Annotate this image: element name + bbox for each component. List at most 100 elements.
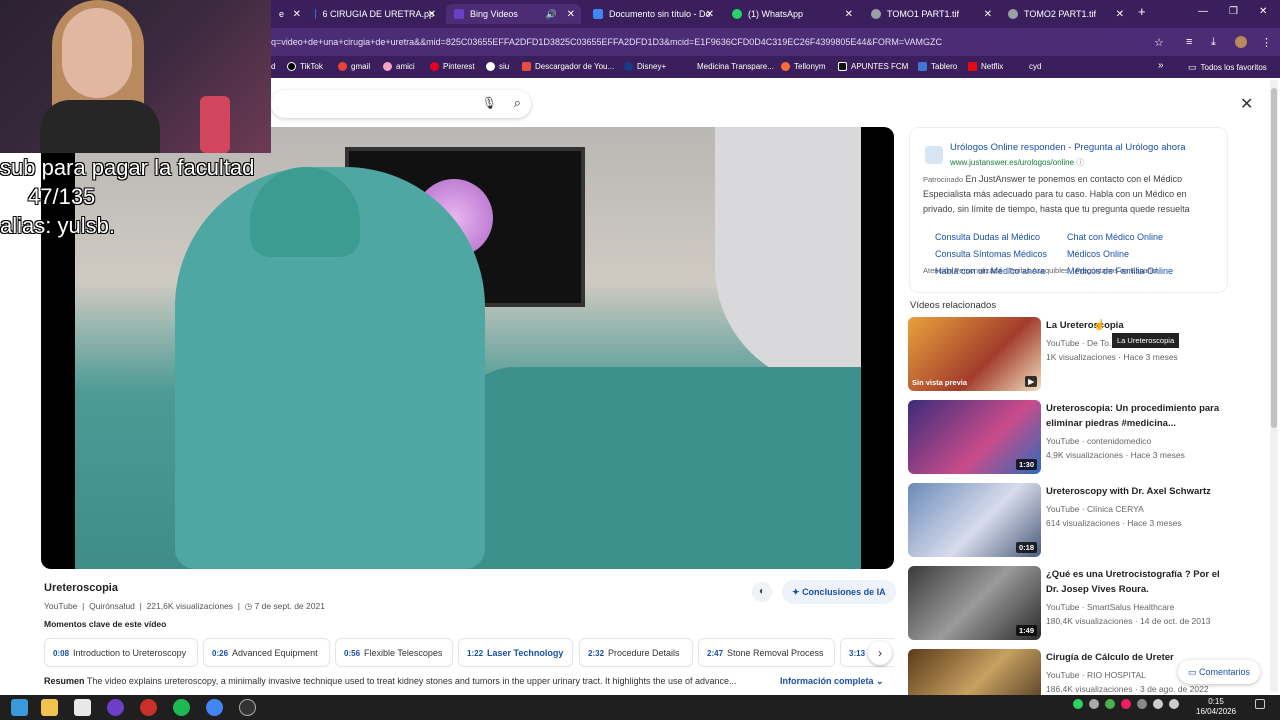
bookmark-item[interactable]: Disney+ [624, 62, 666, 71]
menu-icon[interactable]: ⋮ [1261, 36, 1272, 49]
bookmark-item[interactable]: Descargador de You... [522, 62, 614, 71]
tray-icon[interactable] [1105, 699, 1115, 709]
close-icon[interactable]: ✕ [984, 9, 992, 20]
copilot-icon[interactable]: ◐ [752, 582, 772, 602]
ai-conclusions-button[interactable]: ✦ Conclusiones de IA [782, 580, 896, 604]
chapter-chip[interactable]: 2:32 Procedure Details [579, 638, 693, 667]
obs-icon[interactable] [107, 699, 124, 716]
whatsapp-tray-icon[interactable] [1073, 699, 1083, 709]
ad-link[interactable]: Habla con un Médico ahora [935, 266, 1045, 276]
speaker-icon[interactable]: 🔊 [546, 9, 557, 20]
notification-icon[interactable] [1255, 699, 1265, 709]
bookmark-item[interactable]: siu [486, 62, 509, 71]
bookmark-item[interactable]: Netflix [968, 62, 1003, 71]
tab-5[interactable]: TOMO1 PART1.tif ✕ [863, 4, 998, 24]
video-thumbnail[interactable]: 0:18 [908, 483, 1041, 557]
clock[interactable]: 0:15 16/04/2026 [1196, 697, 1236, 717]
chapter-chip[interactable]: 0:08 Introduction to Ureteroscopy [44, 638, 198, 667]
close-icon[interactable]: ✕ [1116, 9, 1124, 20]
chapter-chip[interactable]: 0:56 Flexible Telescopes [335, 638, 453, 667]
restore-icon[interactable]: ❐ [1229, 6, 1238, 17]
ad-title[interactable]: Urólogos Online responden - Pregunta al … [950, 142, 1186, 153]
more-info-link[interactable]: Información completa ⌄ [780, 676, 884, 687]
chapter-chip[interactable]: 1:22 Laser Technology [458, 638, 573, 667]
close-icon[interactable]: ✕ [706, 9, 714, 20]
tab-6[interactable]: TOMO2 PART1.tif ✕ [1000, 4, 1130, 24]
bookmark-item[interactable]: Tellonym [781, 62, 826, 71]
scrollbar[interactable] [1270, 80, 1278, 692]
tray-icon[interactable] [1089, 699, 1099, 709]
store-icon[interactable] [74, 699, 91, 716]
comments-button[interactable]: ▭ Comentarios [1178, 660, 1261, 684]
bookmark-item[interactable]: TikTok [287, 62, 323, 71]
search-icon[interactable]: ⌕ [514, 95, 521, 111]
tab-0[interactable]: e ✕ [271, 4, 307, 24]
chevron-right-icon[interactable]: › [868, 641, 892, 665]
ad-link[interactable]: Chat con Médico Online [1067, 232, 1163, 242]
related-title[interactable]: Ureteroscopy with Dr. Axel Schwartz [1046, 485, 1226, 500]
related-title[interactable]: La Ureteroscopia [1046, 319, 1226, 334]
bookmark-item[interactable]: cyd [1016, 62, 1041, 71]
related-video[interactable]: 1:30 Ureteroscopia: Un procedimiento par… [908, 400, 1238, 474]
bookmark-item[interactable]: Pinterest [430, 62, 475, 71]
new-tab-button[interactable]: + [1138, 4, 1146, 19]
bookmark-item[interactable]: d [271, 62, 275, 71]
microphone-icon[interactable]: 🎙 [482, 96, 497, 110]
speaker-tray-icon[interactable] [1153, 699, 1163, 709]
tab-1[interactable]: 6 CIRUGIA DE URETRA.pp ✕ [307, 4, 442, 24]
close-icon[interactable]: ✕ [1240, 94, 1253, 114]
chevron-right-icon[interactable]: » [1158, 60, 1164, 71]
related-title[interactable]: ¿Qué es una Uretrocistografía ? Por el D… [1046, 568, 1226, 597]
profile-avatar[interactable] [1235, 36, 1247, 48]
spotify-icon[interactable] [173, 699, 190, 716]
tab-4[interactable]: (1) WhatsApp ✕ [724, 4, 859, 24]
bookmark-item[interactable]: amici [383, 62, 415, 71]
ad-link[interactable]: Médicos Online [1067, 249, 1129, 259]
close-icon[interactable]: ✕ [845, 9, 853, 20]
related-video[interactable]: Sin vista previa ▶ La Ureteroscopia YouT… [908, 317, 1238, 391]
chrome-icon[interactable] [206, 699, 223, 716]
video-channel[interactable]: Quirónsalud [89, 601, 135, 611]
wifi-icon[interactable] [1169, 699, 1179, 709]
minimize-icon[interactable]: — [1198, 6, 1208, 17]
star-icon[interactable]: ☆ [1154, 36, 1164, 49]
tray-icon[interactable] [1137, 699, 1147, 709]
tab-2[interactable]: Bing Videos 🔊 ✕ [446, 4, 581, 24]
related-video[interactable]: 0:18 Ureteroscopy with Dr. Axel Schwartz… [908, 483, 1238, 557]
close-icon[interactable]: ✕ [293, 9, 301, 20]
ad-link[interactable]: Consulta Síntomas Médicos [935, 249, 1047, 259]
bookmark-item[interactable]: APUNTES FCM [838, 62, 908, 71]
app-icon[interactable] [239, 699, 256, 716]
bookmark-item[interactable]: gmail [338, 62, 370, 71]
chapter-chip[interactable]: 2:47 Stone Removal Process [698, 638, 835, 667]
bookmark-item[interactable]: Medicina Transpare... [684, 62, 774, 71]
info-icon[interactable]: ⓘ [1076, 158, 1084, 167]
download-icon[interactable]: ⤓ [1211, 36, 1216, 49]
ppt-icon [315, 9, 317, 19]
video-title[interactable]: Ureteroscopia [44, 582, 118, 594]
chapter-chip[interactable]: 0:26 Advanced Equipment [203, 638, 330, 667]
file-explorer-icon[interactable] [41, 699, 58, 716]
close-icon[interactable]: ✕ [567, 9, 575, 20]
window-close-icon[interactable]: ✕ [1259, 6, 1267, 17]
video-thumbnail[interactable]: Sin vista previa ▶ [908, 317, 1041, 391]
scrollbar-thumb[interactable] [1271, 88, 1277, 428]
all-bookmarks[interactable]: ▭ Todos los favoritos [1188, 62, 1267, 73]
url-field[interactable]: q=video+de+una+cirugia+de+uretra&&mid=82… [271, 37, 942, 47]
video-thumbnail[interactable]: 1:30 [908, 400, 1041, 474]
tray-icon[interactable] [1121, 699, 1131, 709]
ad-link[interactable]: Consulta Dudas al Médico [935, 232, 1040, 242]
search-box[interactable]: 🎙 ⌕ [271, 90, 531, 118]
ad-url[interactable]: www.justanswer.es/urologos/online ⓘ [950, 157, 1084, 168]
tab-3[interactable]: Documento sin título - Do ✕ [585, 4, 720, 24]
video-thumbnail[interactable]: 1:49 [908, 566, 1041, 640]
reading-list-icon[interactable]: ≡ [1186, 36, 1192, 48]
recorder-icon[interactable] [140, 699, 157, 716]
bookmark-item[interactable]: Tablero [918, 62, 957, 71]
ad-link[interactable]: Médicos de Familia Online [1067, 266, 1173, 276]
related-video[interactable]: 1:49 ¿Qué es una Uretrocistografía ? Por… [908, 566, 1238, 640]
start-icon[interactable] [11, 699, 28, 716]
video-thumbnail[interactable] [908, 649, 1041, 695]
close-icon[interactable]: ✕ [428, 9, 436, 20]
related-title[interactable]: Ureteroscopia: Un procedimiento para eli… [1046, 402, 1226, 431]
